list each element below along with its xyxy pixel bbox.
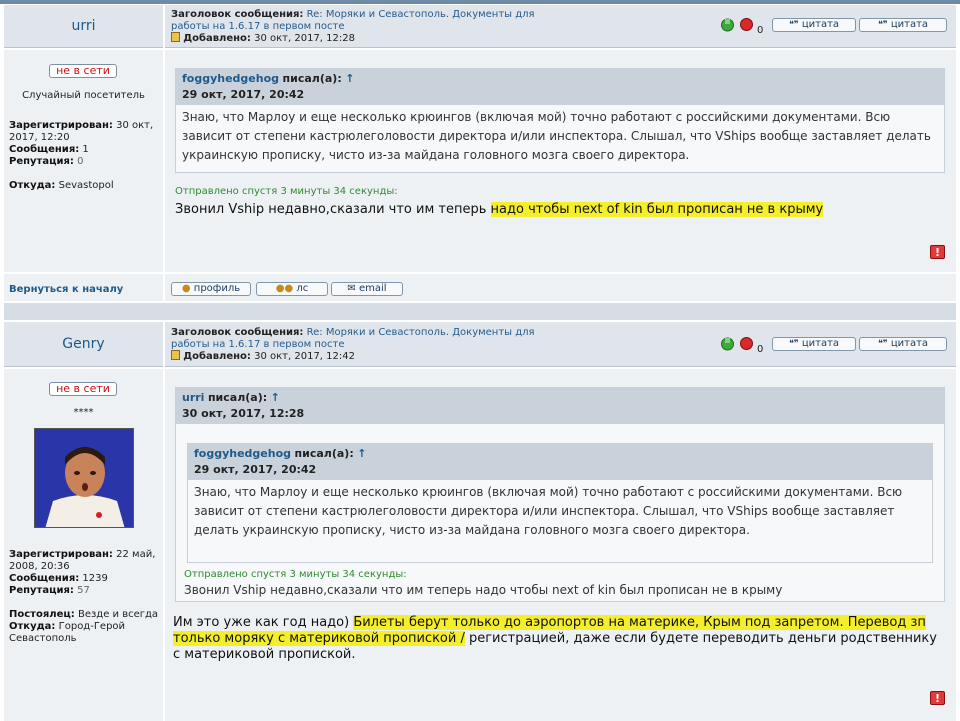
vote-up-icon[interactable] bbox=[720, 17, 735, 32]
highlighted-text: надо чтобы next of kin был прописан не в… bbox=[490, 202, 824, 217]
email-button[interactable]: ✉ email bbox=[331, 282, 403, 296]
multi-quote-button[interactable]: ❝❞ цитата bbox=[859, 337, 947, 351]
post-date: 30 окт, 2017, 12:42 bbox=[254, 351, 355, 362]
quote-date: 30 окт, 2017, 12:28 bbox=[182, 407, 305, 420]
profile-icon: ● bbox=[181, 283, 191, 294]
post1-author-cell: urri bbox=[4, 5, 163, 48]
quote-source-arrow[interactable]: ↑ bbox=[271, 391, 280, 404]
pm-icon: ●● bbox=[275, 283, 294, 294]
post1-actions: ● профиль ●● лс ✉ email bbox=[165, 274, 956, 301]
post-icon bbox=[171, 32, 180, 42]
user-rank: Случайный посетитель bbox=[22, 90, 145, 101]
profile-button[interactable]: ● профиль bbox=[171, 282, 251, 296]
post-text: Им это уже как год надо) Билеты берут то… bbox=[173, 615, 937, 662]
report-icon[interactable]: ! bbox=[930, 245, 945, 259]
vote-count: 0 bbox=[757, 344, 764, 355]
email-icon: ✉ bbox=[347, 283, 356, 294]
quote-author-link[interactable]: foggyhedgehog bbox=[194, 447, 291, 460]
quote-block: urri писал(а): ↑ 30 окт, 2017, 12:28 fog… bbox=[175, 387, 945, 602]
quote-date: 29 окт, 2017, 20:42 bbox=[182, 88, 305, 101]
back-to-top-cell: Вернуться к началу bbox=[4, 274, 163, 301]
post2-profile: не в сети **** Зарегистрирован: 22 май, … bbox=[4, 369, 163, 721]
subject-link[interactable]: Re: Моряки и Севастополь. Документы для bbox=[307, 327, 535, 338]
post-text: Звонил Vship недавно,сказали что им тепе… bbox=[175, 202, 824, 217]
quoted-reply-text: Звонил Vship недавно,сказали что им тепе… bbox=[184, 583, 783, 597]
post-subject: Заголовок сообщения: Re: Моряки и Севаст… bbox=[171, 9, 535, 44]
pm-button[interactable]: ●● лс bbox=[256, 282, 328, 296]
post1-profile: не в сети Случайный посетитель Зарегистр… bbox=[4, 50, 163, 272]
multi-quote-button[interactable]: ❝❞ цитата bbox=[859, 18, 947, 32]
post-icon bbox=[171, 350, 180, 360]
subject-link-line2[interactable]: работы на 1.6.17 в первом посте bbox=[171, 21, 344, 32]
quote-date: 29 окт, 2017, 20:42 bbox=[194, 463, 317, 476]
quote-button[interactable]: ❝❞ цитата bbox=[772, 18, 856, 32]
quote-text: Знаю, что Марлоу и еще несколько крюинго… bbox=[182, 110, 931, 162]
quote-header: urri писал(а): ↑ 30 окт, 2017, 12:28 bbox=[176, 388, 944, 424]
author-name[interactable]: Genry bbox=[4, 336, 163, 352]
report-icon[interactable]: ! bbox=[930, 691, 945, 705]
post2-author-cell: Genry bbox=[4, 322, 163, 367]
quote-author-link[interactable]: urri bbox=[182, 391, 204, 404]
avatar bbox=[34, 428, 134, 528]
quote-source-arrow[interactable]: ↑ bbox=[357, 447, 366, 460]
post1-header: Заголовок сообщения: Re: Моряки и Севаст… bbox=[165, 5, 956, 48]
quote-author-link[interactable]: foggyhedgehog bbox=[182, 72, 279, 85]
vote-down-icon[interactable] bbox=[739, 336, 754, 351]
quote-text: Знаю, что Марлоу и еще несколько крюинго… bbox=[194, 485, 903, 537]
table-top-border bbox=[0, 0, 960, 4]
subject-link-line2[interactable]: работы на 1.6.17 в первом посте bbox=[171, 339, 344, 350]
user-stats: Зарегистрирован: 22 май, 2008, 20:36 Соо… bbox=[9, 549, 159, 644]
quote-button[interactable]: ❝❞ цитата bbox=[772, 337, 856, 351]
merge-note: Отправлено спустя 3 минуты 34 секунды: bbox=[175, 186, 398, 197]
vote-down-icon[interactable] bbox=[739, 17, 754, 32]
nested-quote-block: foggyhedgehog писал(а): ↑ 29 окт, 2017, … bbox=[187, 443, 933, 563]
user-stats: Зарегистрирован: 30 окт, 2017, 12:20 Соо… bbox=[9, 120, 154, 191]
vote-up-icon[interactable] bbox=[720, 336, 735, 351]
vote-count: 0 bbox=[757, 25, 764, 36]
quote-source-arrow[interactable]: ↑ bbox=[345, 72, 354, 85]
quote-header: foggyhedgehog писал(а): ↑ 29 окт, 2017, … bbox=[188, 444, 932, 480]
quote-block: foggyhedgehog писал(а): ↑ 29 окт, 2017, … bbox=[175, 68, 945, 173]
avatar-portrait-icon bbox=[35, 429, 133, 527]
post2-body: urri писал(а): ↑ 30 окт, 2017, 12:28 fog… bbox=[165, 369, 956, 721]
post-separator bbox=[4, 303, 956, 320]
post-subject: Заголовок сообщения: Re: Моряки и Севаст… bbox=[171, 327, 535, 362]
offline-badge: не в сети bbox=[49, 64, 117, 78]
multi-quote-icon: ❝❞ bbox=[877, 339, 888, 349]
post2-header: Заголовок сообщения: Re: Моряки и Севаст… bbox=[165, 322, 956, 367]
author-name[interactable]: urri bbox=[4, 18, 163, 34]
merge-note: Отправлено спустя 3 минуты 34 секунды: bbox=[184, 569, 407, 580]
post-date: 30 окт, 2017, 12:28 bbox=[254, 33, 355, 44]
quote-icon: ❝❞ bbox=[788, 20, 799, 30]
multi-quote-icon: ❝❞ bbox=[877, 20, 888, 30]
quote-icon: ❝❞ bbox=[788, 339, 799, 349]
back-to-top-link[interactable]: Вернуться к началу bbox=[9, 284, 123, 295]
quote-header: foggyhedgehog писал(а): ↑ 29 окт, 2017, … bbox=[176, 69, 944, 105]
subject-link[interactable]: Re: Моряки и Севастополь. Документы для bbox=[307, 9, 535, 20]
offline-badge: не в сети bbox=[49, 382, 117, 396]
user-rank: **** bbox=[73, 407, 94, 418]
post1-body: foggyhedgehog писал(а): ↑ 29 окт, 2017, … bbox=[165, 50, 956, 272]
